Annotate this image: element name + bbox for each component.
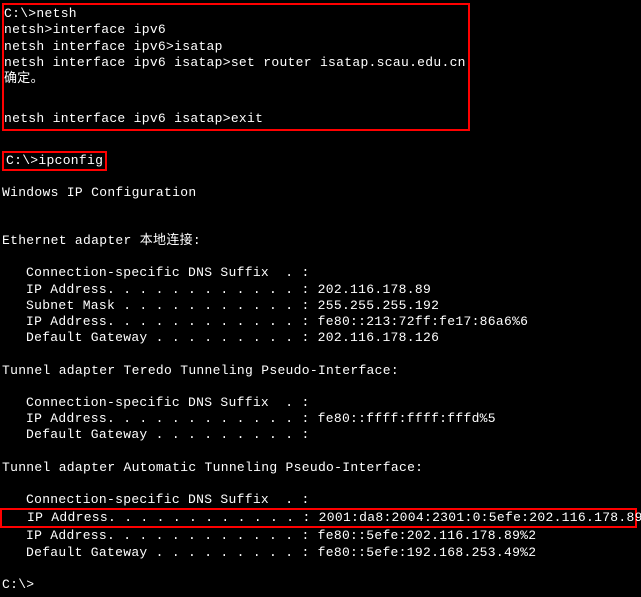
blank-line [2,347,639,363]
ethernet-dns: Connection-specific DNS Suffix . : [2,265,639,281]
auto-tunnel-gateway: Default Gateway . . . . . . . . . : fe80… [2,545,639,561]
auto-tunnel-dns: Connection-specific DNS Suffix . : [2,492,639,508]
command-prompt[interactable]: C:\> [2,577,639,593]
ipconfig-command-box: C:\>ipconfig [2,151,107,171]
blank-line [2,561,639,577]
ipconfig-header: Windows IP Configuration [2,185,639,201]
netsh-line-3: netsh interface ipv6>isatap [4,39,468,55]
ethernet-ip-1: IP Address. . . . . . . . . . . . : 202.… [2,282,639,298]
auto-tunnel-adapter-title: Tunnel adapter Automatic Tunneling Pseud… [2,460,639,476]
teredo-dns: Connection-specific DNS Suffix . : [2,395,639,411]
blank-line [2,379,639,395]
netsh-commands-box: C:\>netsh netsh>interface ipv6 netsh int… [2,3,470,131]
netsh-line-4: netsh interface ipv6 isatap>set router i… [4,55,468,71]
blank-line [2,444,639,460]
ipv6-address-highlight-box: IP Address. . . . . . . . . . . . : 2001… [0,508,637,528]
netsh-line-5: 确定。 [4,71,468,87]
auto-tunnel-ip-2: IP Address. . . . . . . . . . . . : fe80… [2,528,639,544]
ethernet-gateway: Default Gateway . . . . . . . . . : 202.… [2,330,639,346]
netsh-line-6: netsh interface ipv6 isatap>exit [4,111,468,127]
teredo-adapter-title: Tunnel adapter Teredo Tunneling Pseudo-I… [2,363,639,379]
ethernet-ip-2: IP Address. . . . . . . . . . . . : fe80… [2,314,639,330]
blank-line [2,249,639,265]
teredo-gateway: Default Gateway . . . . . . . . . : [2,427,639,443]
blank-line [4,103,468,111]
blank-line [2,143,639,151]
blank-line [4,87,468,103]
auto-tunnel-ip-1: IP Address. . . . . . . . . . . . : 2001… [3,510,634,526]
ethernet-adapter-title: Ethernet adapter 本地连接: [2,233,639,249]
netsh-line-2: netsh>interface ipv6 [4,22,468,38]
netsh-line-1: C:\>netsh [4,6,468,22]
blank-line [2,476,639,492]
teredo-ip: IP Address. . . . . . . . . . . . : fe80… [2,411,639,427]
blank-line [2,217,639,233]
blank-line [2,201,639,217]
ethernet-subnet: Subnet Mask . . . . . . . . . . . : 255.… [2,298,639,314]
